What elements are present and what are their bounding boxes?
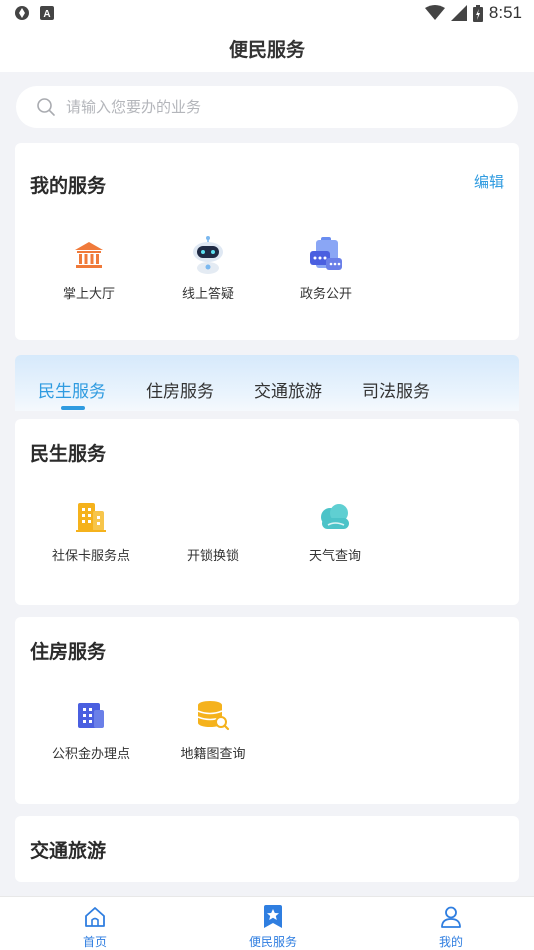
- category-tabs: 民生服务 住房服务 交通旅游 司法服务: [15, 355, 519, 411]
- section-title: 住房服务: [30, 641, 107, 663]
- status-right: 8:51: [424, 3, 522, 23]
- edit-button[interactable]: 编辑: [474, 171, 504, 192]
- search-icon: [37, 98, 55, 116]
- service-housing-fund-points[interactable]: 公积金办理点: [31, 695, 151, 762]
- service-locksmith[interactable]: 开锁换锁: [153, 497, 273, 564]
- active-tab-indicator: [61, 406, 85, 410]
- wifi-icon: [424, 5, 445, 20]
- my-services-card: 我的服务 编辑 掌上大厅 线上答疑 政务公开: [15, 143, 519, 340]
- service-label: 公积金办理点: [51, 747, 130, 762]
- service-label: 开锁换锁: [186, 549, 239, 564]
- service-label: 掌上大厅: [62, 287, 115, 302]
- status-time: 8:51: [488, 3, 522, 22]
- chat-clipboard-icon: [306, 235, 346, 275]
- robot-icon: [188, 235, 228, 275]
- lock-icon: [193, 497, 233, 537]
- office-building-icon: [71, 497, 111, 537]
- search-input[interactable]: [66, 98, 466, 116]
- my-services-title: 我的服务: [30, 175, 107, 197]
- page-title: 便民服务: [228, 39, 305, 61]
- tab-livelihood[interactable]: 民生服务: [38, 377, 106, 402]
- apartment-building-icon: [71, 695, 111, 735]
- service-social-security-points[interactable]: 社保卡服务点: [31, 497, 151, 564]
- nav-label: 便民服务: [248, 935, 297, 949]
- transport-travel-card: 交通旅游: [15, 816, 519, 882]
- bookmark-star-icon: [223, 904, 323, 930]
- service-weather[interactable]: 天气查询: [275, 497, 395, 564]
- tab-judicial[interactable]: 司法服务: [362, 377, 430, 402]
- housing-services-card: 住房服务 公积金办理点 地籍图查询: [15, 617, 519, 804]
- nav-mine[interactable]: 我的: [401, 904, 501, 950]
- service-label: 线上答疑: [181, 287, 234, 302]
- svg-text:A: A: [43, 9, 50, 20]
- section-title: 民生服务: [30, 443, 107, 465]
- service-label: 社保卡服务点: [51, 549, 130, 564]
- service-cadastral-map[interactable]: 地籍图查询: [153, 695, 273, 762]
- coin-search-icon: [193, 695, 233, 735]
- sync-icon: [15, 6, 29, 20]
- user-icon: [401, 904, 501, 930]
- nav-convenience-services[interactable]: 便民服务: [223, 904, 323, 950]
- signal-icon: [450, 5, 467, 21]
- nav-label: 我的: [438, 935, 463, 949]
- nav-home[interactable]: 首页: [45, 904, 145, 950]
- service-hall[interactable]: 掌上大厅: [29, 235, 149, 302]
- hall-building-icon: [69, 235, 109, 275]
- section-title: 交通旅游: [30, 840, 107, 862]
- bottom-navigation: 首页 便民服务 我的: [0, 896, 534, 950]
- service-label: 政务公开: [299, 287, 352, 302]
- nav-label: 首页: [82, 935, 107, 949]
- status-left: A: [14, 5, 54, 21]
- search-bar[interactable]: [16, 86, 518, 128]
- font-a-icon: A: [40, 6, 54, 20]
- service-label: 天气查询: [308, 549, 361, 564]
- service-gov-public[interactable]: 政务公开: [266, 235, 386, 302]
- service-label: 地籍图查询: [180, 747, 246, 762]
- title-bar: 便民服务: [0, 30, 534, 72]
- battery-icon: [472, 4, 483, 22]
- tab-transport-travel[interactable]: 交通旅游: [254, 377, 322, 402]
- cloud-icon: [315, 497, 355, 537]
- status-bar: A 8:51: [0, 0, 534, 30]
- tab-housing[interactable]: 住房服务: [146, 377, 214, 402]
- home-icon: [45, 904, 145, 930]
- livelihood-services-card: 民生服务 社保卡服务点 开锁换锁 天气查询: [15, 419, 519, 605]
- service-online-qa[interactable]: 线上答疑: [148, 235, 268, 302]
